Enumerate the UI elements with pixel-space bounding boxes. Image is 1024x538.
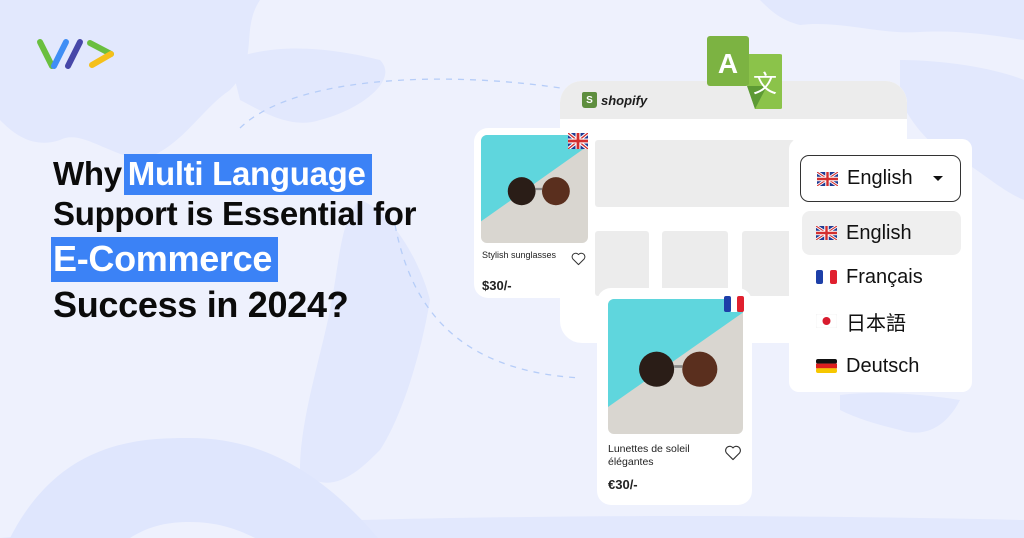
uk-flag-icon <box>817 171 838 186</box>
language-select[interactable]: English <box>800 155 961 202</box>
heart-icon[interactable] <box>724 445 742 461</box>
brand-logo-icon <box>37 39 114 69</box>
product-image-sunglasses <box>481 135 588 243</box>
svg-text:文: 文 <box>753 70 777 98</box>
product-name: Lunettes de soleil élégantes <box>608 443 690 468</box>
de-flag-icon <box>816 359 837 373</box>
svg-text:A: A <box>718 48 738 79</box>
language-option-francais[interactable]: Français <box>802 255 961 299</box>
product-price: €30/- <box>608 477 638 492</box>
product-image-sunglasses <box>608 299 743 434</box>
product-name: Stylish sunglasses <box>482 250 557 260</box>
headline-highlight-ecommerce: E-Commerce <box>51 237 279 282</box>
language-option-label: English <box>846 221 912 244</box>
fr-flag-icon <box>724 296 744 312</box>
language-panel: English English Français 日本語 Deutsch <box>789 139 972 392</box>
heart-icon[interactable] <box>571 252 586 266</box>
headline-line-4: Success in 2024? <box>53 284 349 325</box>
language-option-deutsch[interactable]: Deutsch <box>802 344 961 388</box>
language-option-english[interactable]: English <box>802 211 961 255</box>
selected-language-label: English <box>847 167 913 189</box>
headline-line-2: Support is Essential for <box>53 195 417 232</box>
dropdown-caret-icon <box>933 176 943 181</box>
tile-placeholder <box>595 231 649 296</box>
headline-highlight-multi-language: Multi Language <box>123 154 372 195</box>
headline-line-1: Why Multi Language <box>53 152 433 195</box>
product-card-en[interactable]: Stylish sunglasses $30/- <box>474 128 592 298</box>
language-option-label: Deutsch <box>846 354 920 377</box>
translate-icon: A 文 <box>707 36 782 109</box>
uk-flag-icon <box>816 226 837 240</box>
platform-label: shopify <box>601 92 648 108</box>
product-card-fr[interactable]: Lunettes de soleil élégantes €30/- <box>597 288 752 505</box>
jp-flag-icon <box>816 314 837 328</box>
product-price: $30/- <box>482 278 512 293</box>
shopify-bag-icon: S <box>582 92 597 108</box>
uk-flag-icon <box>568 133 588 149</box>
banner-placeholder <box>595 140 795 207</box>
tile-placeholder <box>742 231 792 296</box>
language-option-label: 日本語 <box>846 312 906 335</box>
language-option-japanese[interactable]: 日本語 <box>802 299 961 343</box>
language-option-label: Français <box>846 265 923 288</box>
tile-placeholder <box>662 231 728 296</box>
headline: Why Multi Language Support is Essential f… <box>51 152 433 329</box>
headline-line-3: E-Commerce <box>51 237 433 283</box>
fr-flag-icon <box>816 270 837 284</box>
